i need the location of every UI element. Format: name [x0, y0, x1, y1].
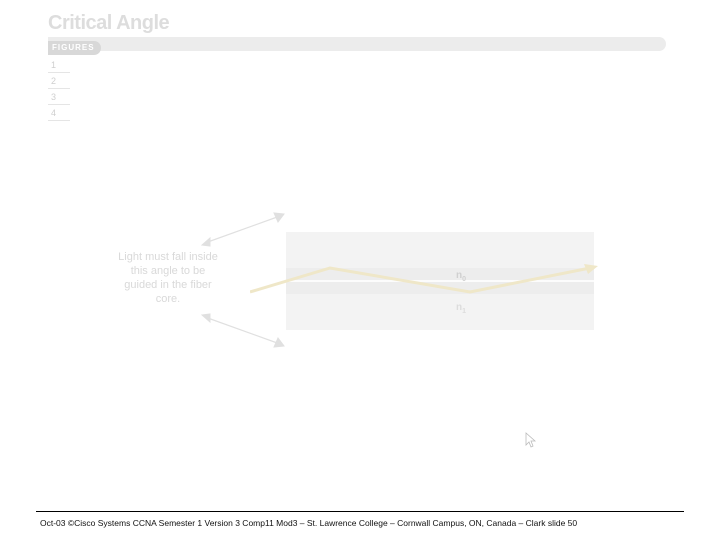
- angle-arrow-upper-icon: [200, 208, 290, 248]
- critical-angle-diagram: Light must fall inside this angle to be …: [100, 220, 610, 380]
- diagram-caption: Light must fall inside this angle to be …: [118, 250, 218, 306]
- figure-tab-list: 1 2 3 4: [48, 57, 70, 121]
- figure-tab-2[interactable]: 2: [48, 73, 70, 89]
- figures-header-bar: FIGURES: [48, 37, 666, 51]
- figure-tab-4[interactable]: 4: [48, 105, 70, 121]
- slide-body: Critical Angle FIGURES 1 2 3 4: [48, 12, 666, 121]
- figure-tab-1[interactable]: 1: [48, 57, 70, 73]
- footer-divider: [36, 511, 684, 512]
- figure-tab-3[interactable]: 3: [48, 89, 70, 105]
- mouse-cursor-icon: [525, 432, 537, 450]
- footer-text: Oct-03 ©Cisco Systems CCNA Semester 1 Ve…: [40, 518, 680, 528]
- light-ray-icon: [250, 250, 600, 310]
- page-title: Critical Angle: [48, 12, 666, 35]
- figures-header-label: FIGURES: [48, 41, 101, 55]
- angle-arrow-lower-icon: [200, 312, 290, 352]
